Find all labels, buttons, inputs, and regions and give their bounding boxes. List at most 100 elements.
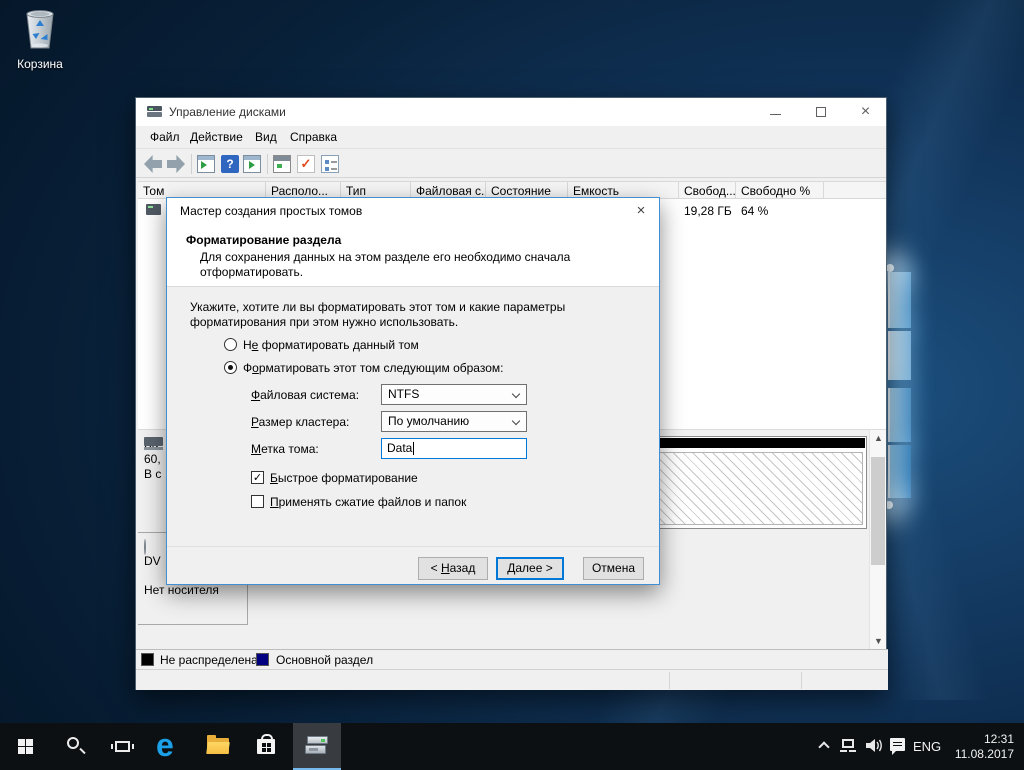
scroll-down-arrow[interactable]: ▼ [870, 633, 887, 650]
menu-help[interactable]: Справка [288, 126, 339, 148]
filesystem-value: NTFS [388, 385, 419, 404]
column-volume[interactable]: Том [138, 182, 266, 198]
column-type[interactable]: Тип [341, 182, 411, 198]
clock-date: 11.08.2017 [948, 747, 1014, 762]
menu-bar: Файл Действие Вид Справка [136, 126, 886, 148]
compression-label: Применять сжатие файлов и папок [270, 495, 466, 509]
forward-arrow-icon[interactable] [167, 155, 185, 173]
wallpaper-logo-pane [888, 388, 911, 442]
search-icon [67, 737, 79, 749]
vertical-scrollbar[interactable]: ▲ ▼ [869, 430, 886, 650]
volume-free-space: 19,28 ГБ [684, 204, 732, 218]
window-titlebar[interactable]: Управление дисками × [136, 98, 886, 126]
filesystem-select[interactable]: NTFS [381, 384, 527, 405]
toolbar: ? ✓ [136, 148, 886, 178]
taskbar-search-button[interactable] [50, 723, 98, 770]
column-blank [824, 182, 886, 198]
disk-management-taskbar-button-active[interactable] [293, 723, 341, 770]
maximize-button[interactable] [798, 98, 843, 126]
wallpaper-logo-pane [888, 272, 911, 328]
cluster-size-label: Размер кластера: [251, 415, 349, 429]
dialog-close-button[interactable]: × [623, 198, 659, 224]
filesystem-label: Файловая система: [251, 388, 359, 402]
window-title: Управление дисками [169, 98, 286, 126]
dialog-header: Форматирование раздела Для сохранения да… [167, 224, 659, 287]
volume-disk-icon [146, 204, 161, 215]
menu-file[interactable]: Файл [148, 126, 182, 148]
clock-time: 12:31 [948, 732, 1014, 747]
disk-management-app-icon [147, 105, 162, 118]
scrollbar-thumb[interactable] [871, 457, 885, 565]
edge-icon: e [156, 727, 174, 764]
volume-free-percent: 64 % [741, 204, 768, 218]
recycle-bin-shortcut[interactable]: Корзина [8, 6, 72, 80]
disk-stack-icon [305, 736, 329, 756]
menu-view[interactable]: Вид [253, 126, 279, 148]
action-center-icon[interactable] [890, 738, 905, 751]
edge-browser-button[interactable]: e [146, 723, 194, 770]
legend-unallocated-swatch [141, 653, 154, 666]
taskbar-clock[interactable]: 12:31 11.08.2017 [948, 732, 1014, 762]
column-filesystem[interactable]: Файловая с... [411, 182, 486, 198]
properties-list-icon[interactable] [321, 155, 339, 173]
column-layout[interactable]: Располо... [266, 182, 341, 198]
dialog-body: Укажите, хотите ли вы форматировать этот… [167, 288, 659, 546]
network-icon[interactable] [840, 739, 856, 751]
dialog-title: Мастер создания простых томов [180, 198, 362, 224]
file-explorer-button[interactable] [194, 723, 242, 770]
volume-label-label: Метка тома: [251, 442, 319, 456]
dialog-description: Для сохранения данных на этом разделе ег… [200, 250, 618, 280]
chevron-down-icon [512, 417, 520, 425]
status-divider [669, 672, 670, 689]
help-icon[interactable]: ? [221, 155, 239, 173]
show-console-tree-icon[interactable] [243, 155, 261, 173]
store-bag-icon [257, 739, 275, 754]
wallpaper-logo-pane [888, 445, 911, 498]
simple-volume-wizard-dialog: Мастер создания простых томов × Форматир… [166, 197, 660, 585]
volume-label-input[interactable]: Data [381, 438, 527, 459]
cluster-size-select[interactable]: По умолчанию [381, 411, 527, 432]
popup-window-icon[interactable] [273, 155, 291, 173]
close-button[interactable]: × [843, 98, 888, 126]
radio-circle[interactable] [224, 338, 237, 351]
microsoft-store-button[interactable] [242, 723, 290, 770]
radio-do-not-format-label: Не форматировать данный том [243, 338, 419, 352]
scroll-up-arrow[interactable]: ▲ [870, 430, 887, 447]
back-arrow-icon[interactable] [144, 155, 162, 173]
task-view-button[interactable] [98, 723, 146, 770]
checkbox-unchecked[interactable] [251, 495, 264, 508]
menu-action[interactable]: Действие [188, 126, 245, 148]
chevron-down-icon [512, 390, 520, 398]
legend-primary-label: Основной раздел [276, 653, 373, 667]
tray-show-hidden-icons-chevron[interactable] [818, 741, 829, 752]
column-status[interactable]: Состояние [486, 182, 568, 198]
recycle-bin-icon [19, 6, 61, 50]
desktop: Корзина Управление дисками × Файл Действ… [0, 0, 1024, 770]
start-button[interactable] [2, 723, 50, 770]
format-instruction: Укажите, хотите ли вы форматировать этот… [190, 300, 650, 330]
column-free-pct[interactable]: Свободно % [736, 182, 824, 198]
wallpaper-logo-pane [888, 331, 911, 380]
windows-logo-icon [18, 739, 33, 754]
dialog-titlebar[interactable]: Мастер создания простых томов × [167, 198, 659, 224]
volume-label-value: Data [387, 439, 412, 458]
next-button[interactable]: Далее > [496, 557, 564, 580]
console-window-icon[interactable] [197, 155, 215, 173]
radio-circle-selected[interactable] [224, 361, 237, 374]
minimize-button[interactable] [753, 98, 798, 126]
dialog-button-bar: < Назад Далее > Отмена [167, 546, 659, 586]
checkmark-document-icon[interactable]: ✓ [297, 155, 315, 173]
quick-format-label: Быстрое форматирование [270, 471, 418, 485]
volume-icon[interactable] [866, 739, 884, 758]
column-capacity[interactable]: Емкость [568, 182, 679, 198]
cdrom-icon [144, 539, 146, 555]
checkbox-checked[interactable]: ✓ [251, 471, 264, 484]
cancel-button[interactable]: Отмена [583, 557, 644, 580]
folder-icon [207, 738, 229, 754]
text-caret [413, 442, 414, 455]
column-free[interactable]: Свобод... [679, 182, 736, 198]
legend-unallocated-label: Не распределена [160, 653, 258, 667]
back-button[interactable]: < Назад [418, 557, 488, 580]
task-view-icon [115, 741, 130, 752]
language-indicator[interactable]: ENG [913, 739, 941, 754]
